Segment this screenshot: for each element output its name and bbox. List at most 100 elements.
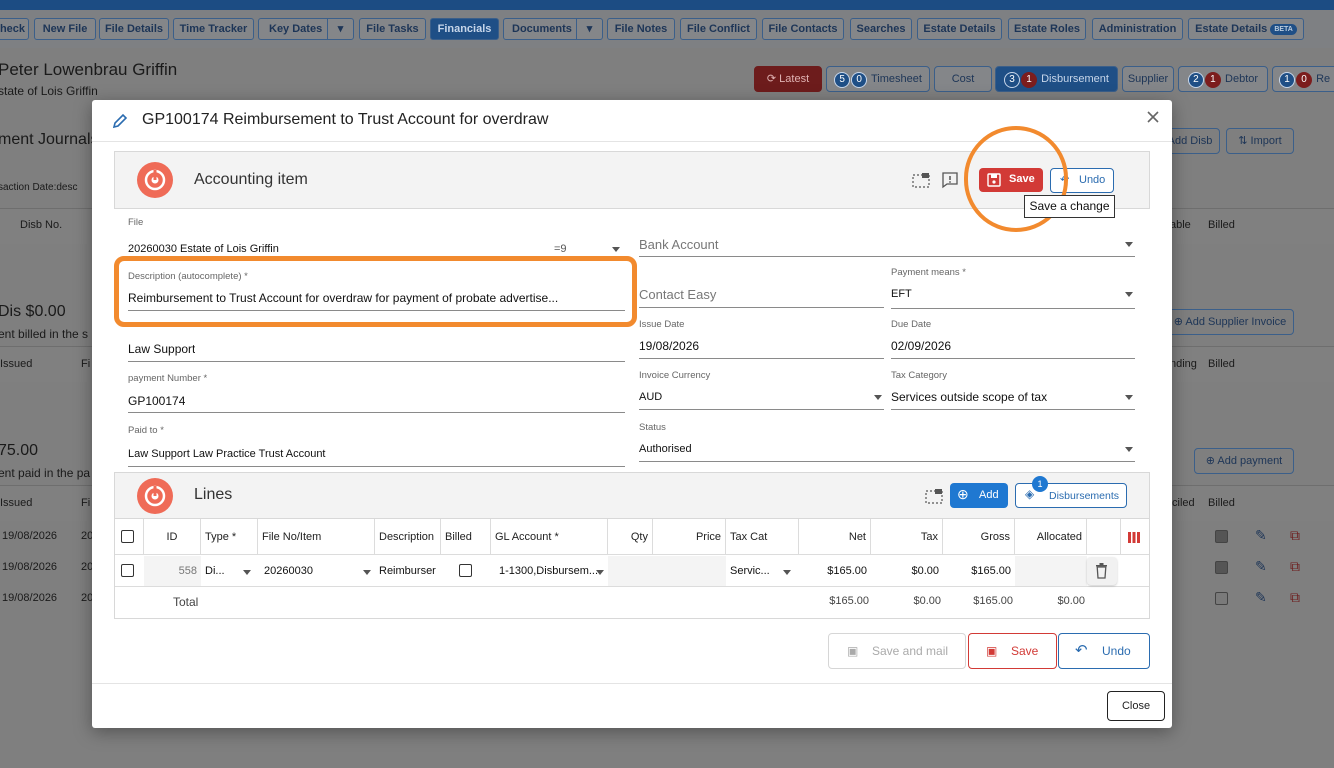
add-payment-button[interactable]: ⊕ Add payment — [1194, 448, 1294, 474]
row-allocated — [1015, 556, 1087, 586]
tab-check[interactable]: heck — [0, 18, 29, 40]
chevron-down-icon[interactable] — [596, 570, 604, 575]
edit-icon[interactable]: ✎ — [1255, 527, 1267, 544]
edit-icon[interactable]: ✎ — [1255, 558, 1267, 575]
payment-number-field[interactable]: payment Number * GP100174 — [128, 373, 625, 413]
row-file-select[interactable]: 20260030 — [260, 556, 375, 586]
chevron-down-icon[interactable] — [363, 570, 371, 575]
row-description[interactable]: Reimburser — [375, 556, 441, 586]
tab-documents[interactable]: Documents ▾ — [503, 18, 603, 40]
close-icon[interactable] — [1144, 108, 1162, 126]
tab-time-tracker[interactable]: Time Tracker — [173, 18, 254, 40]
col-actions — [1087, 519, 1121, 555]
save-and-mail-button[interactable]: ▣ Save and mail — [828, 633, 966, 669]
chevron-down-icon[interactable] — [1125, 242, 1133, 247]
chevron-down-icon[interactable]: ▾ — [327, 19, 353, 39]
dis-total: Dis $0.00 — [0, 303, 66, 320]
re-pill[interactable]: 10 Re — [1272, 66, 1334, 92]
tab-file-contacts[interactable]: File Contacts — [762, 18, 844, 40]
chevron-down-icon[interactable] — [243, 570, 251, 575]
open-external-icon[interactable]: ⧉ — [1290, 527, 1300, 544]
expand-icon[interactable] — [912, 172, 930, 188]
tab-estate-details-beta[interactable]: Estate Details BETA — [1188, 18, 1304, 40]
tax-category-field[interactable]: Tax Category Services outside scope of t… — [891, 370, 1135, 410]
debtor-pill[interactable]: 21 Debtor — [1178, 66, 1268, 92]
comment-alert-icon[interactable] — [941, 171, 959, 189]
disbursements-button[interactable]: ◈ 1 Disbursements — [1015, 476, 1127, 508]
col-able: able — [1170, 219, 1191, 231]
columns-icon[interactable] — [1128, 532, 1140, 543]
chevron-down-icon[interactable] — [1125, 447, 1133, 452]
row-gl-select[interactable]: 1-1300,Disbursem... — [495, 556, 608, 586]
tab-label: File Conflict — [687, 23, 750, 35]
chevron-down-icon[interactable] — [783, 570, 791, 575]
payment-number-label: payment Number * — [128, 373, 208, 384]
field-underline — [639, 307, 884, 308]
tab-file-conflict[interactable]: File Conflict — [680, 18, 757, 40]
billed-checkbox[interactable] — [1215, 592, 1228, 605]
tab-key-dates[interactable]: Key Dates ▾ — [258, 18, 354, 40]
open-external-icon[interactable]: ⧉ — [1290, 558, 1300, 575]
contact-field[interactable]: Contact Easy — [639, 282, 884, 308]
add-supplier-invoice-button[interactable]: ⊕ Add Supplier Invoice — [1166, 309, 1294, 335]
chevron-down-icon[interactable] — [1125, 292, 1133, 297]
chevron-down-icon[interactable]: ▾ — [576, 19, 602, 39]
import-button[interactable]: ⇅ Import — [1226, 128, 1294, 154]
tab-file-details[interactable]: File Details — [99, 18, 169, 40]
supplier-field[interactable]: Law Support — [128, 337, 625, 362]
row-billed-checkbox[interactable] — [459, 564, 472, 577]
status-field[interactable]: Status Authorised — [639, 422, 1135, 462]
issue-date-field[interactable]: Issue Date 19/08/2026 — [639, 319, 884, 359]
select-all-checkbox[interactable] — [121, 530, 134, 543]
disbursement-pill[interactable]: 31 Disbursement — [995, 66, 1118, 92]
close-button[interactable]: Close — [1107, 691, 1165, 721]
supplier-pill[interactable]: Supplier — [1122, 66, 1174, 92]
paid-to-value: Law Support Law Practice Trust Account — [128, 448, 326, 460]
latest-button[interactable]: ⟳ Latest — [754, 66, 822, 92]
billed-checkbox[interactable] — [1215, 561, 1228, 574]
due-date-field[interactable]: Due Date 02/09/2026 — [891, 319, 1135, 359]
row-checkbox[interactable] — [121, 564, 134, 577]
field-underline — [891, 358, 1135, 359]
paid-to-field[interactable]: Paid to * Law Support Law Practice Trust… — [128, 425, 625, 467]
app-top-strip — [0, 0, 1334, 10]
tab-administration[interactable]: Administration — [1092, 18, 1183, 40]
chevron-down-icon[interactable] — [1125, 395, 1133, 400]
add-line-button[interactable]: ⊕ Add — [950, 483, 1008, 508]
cost-pill[interactable]: Cost — [934, 66, 992, 92]
file-field[interactable]: File 20260030 Estate of Lois Griffin =9 — [128, 217, 622, 259]
tab-financials[interactable]: Financials — [430, 18, 499, 40]
sort-chip[interactable]: saction Date:desc — [0, 182, 78, 193]
delete-row-button[interactable] — [1087, 557, 1117, 585]
chevron-down-icon[interactable] — [612, 247, 620, 252]
invoice-currency-field[interactable]: Invoice Currency AUD — [639, 370, 884, 410]
col-tax: Tax — [871, 519, 943, 555]
tab-label: heck — [0, 23, 26, 35]
tab-label: Estate Roles — [1013, 23, 1081, 35]
col-id: ID — [144, 519, 201, 555]
tab-label: File Contacts — [768, 23, 838, 35]
tab-estate-roles[interactable]: Estate Roles — [1008, 18, 1086, 40]
disbursement-label: Disbursement — [1041, 73, 1109, 85]
save-icon: ▣ — [847, 644, 859, 658]
tab-estate-details[interactable]: Estate Details — [917, 18, 1002, 40]
open-external-icon[interactable]: ⧉ — [1290, 589, 1300, 606]
tab-file-notes[interactable]: File Notes — [607, 18, 675, 40]
bank-account-field[interactable]: Bank Account — [639, 233, 1135, 257]
supplier-value: Law Support — [128, 342, 196, 356]
beta-badge: BETA — [1270, 23, 1297, 35]
chevron-down-icon[interactable] — [874, 395, 882, 400]
billed-checkbox[interactable] — [1215, 530, 1228, 543]
expand-icon[interactable] — [925, 488, 943, 504]
edit-icon[interactable]: ✎ — [1255, 589, 1267, 606]
tab-searches[interactable]: Searches — [850, 18, 912, 40]
timesheet-pill[interactable]: 50 Timesheet — [826, 66, 930, 92]
footer-save-button[interactable]: ▣ Save — [968, 633, 1057, 669]
footer-undo-button[interactable]: ↶ Undo — [1058, 633, 1150, 669]
col-billed: Billed — [1208, 497, 1235, 509]
col-issued: Issued — [0, 358, 33, 370]
tab-file-tasks[interactable]: File Tasks — [359, 18, 426, 40]
tab-new-file[interactable]: New File — [34, 18, 96, 40]
payment-means-field[interactable]: Payment means * EFT — [891, 267, 1135, 309]
tax-category-label: Tax Category — [891, 370, 947, 381]
